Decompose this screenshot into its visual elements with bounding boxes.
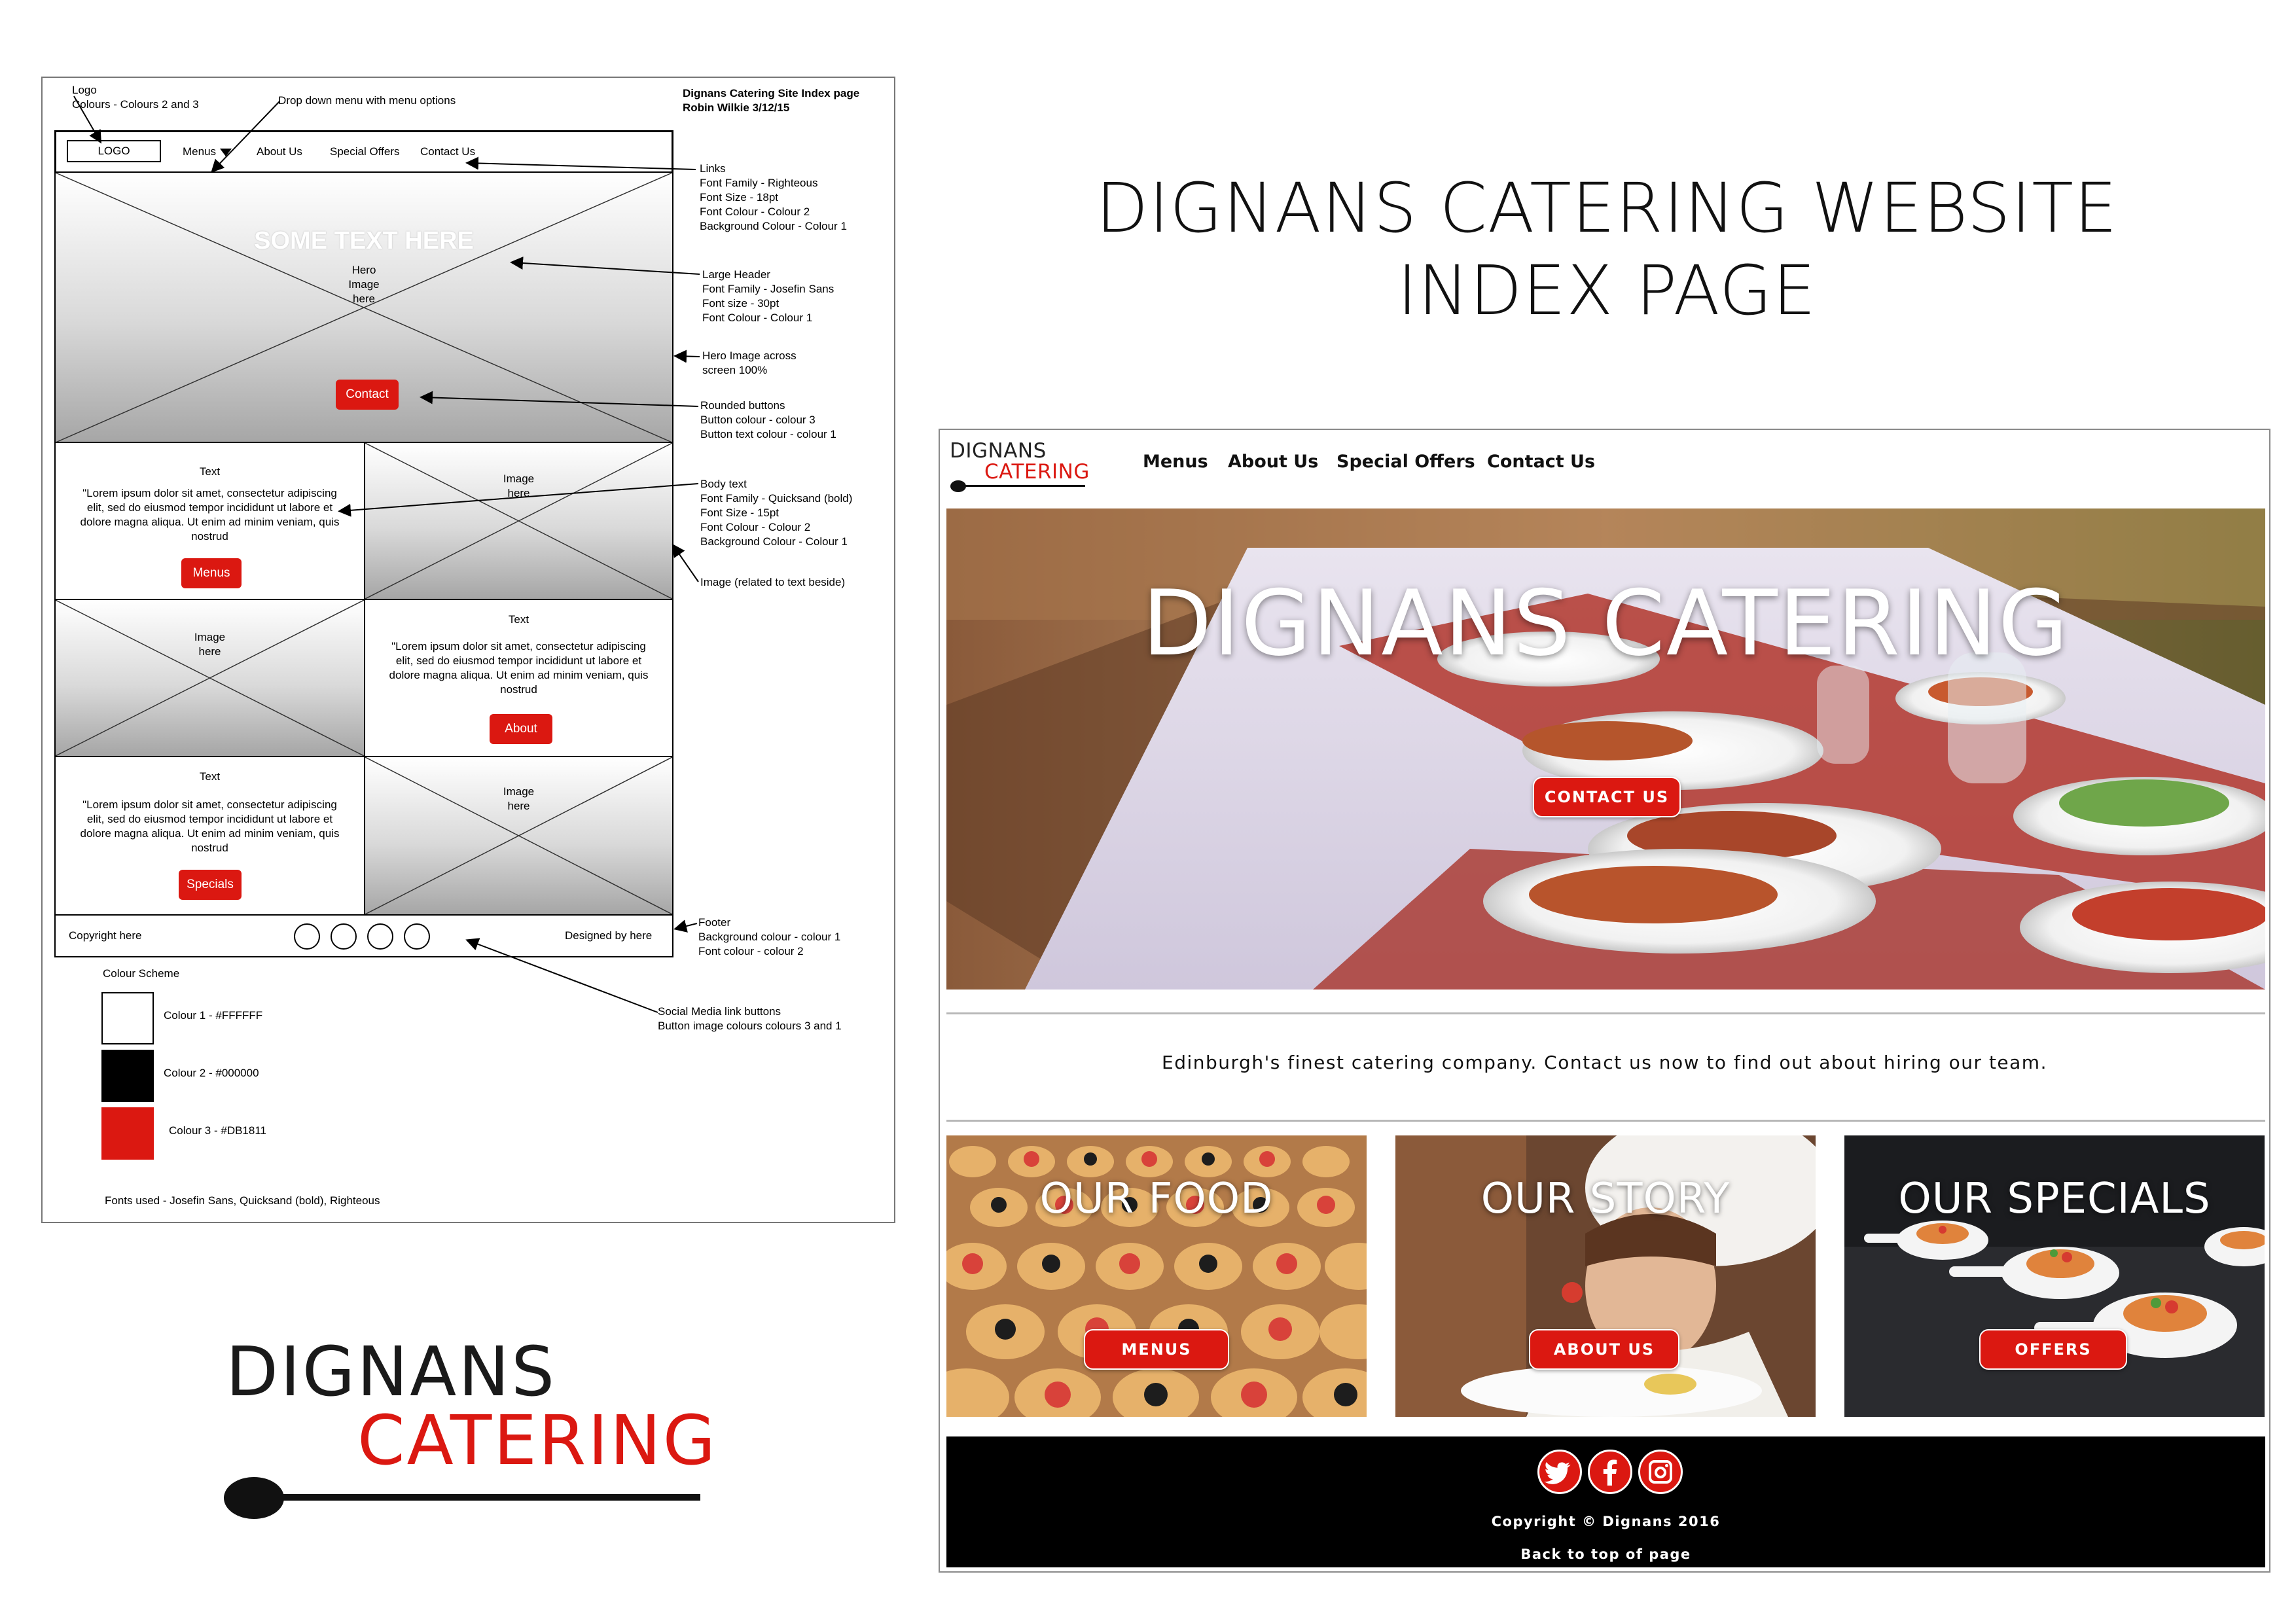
wireframe-cell-body: "Lorem ipsum dolor sit amet, consectetur…	[80, 487, 340, 543]
wireframe-title: Dignans Catering Site Index page	[683, 87, 860, 99]
wireframe-site: LOGO Menus About Us Special Offers Conta…	[54, 130, 673, 958]
wireframe-cell-title: Text	[508, 613, 529, 626]
wireframe-copyright: Copyright here	[69, 929, 142, 942]
wireframe-image-label: Image here	[194, 631, 226, 658]
colour-swatch-3-label: Colour 3 - #DB1811	[169, 1124, 266, 1137]
annotation-logo: Logo Colours - Colours 2 and 3	[72, 84, 199, 111]
tile-title-our-food: OUR FOOD	[1039, 1175, 1274, 1223]
annotation-large-header: Large Header Font Family - Josefin Sans …	[702, 268, 834, 324]
instagram-icon[interactable]	[1638, 1450, 1683, 1494]
twitter-icon[interactable]	[1537, 1450, 1582, 1494]
placeholder-cross-icon	[56, 600, 364, 756]
wireframe-sheet: Logo Colours - Colours 2 and 3 Drop down…	[41, 77, 895, 1223]
wireframe-author: Robin Wilkie 3/12/15	[683, 101, 790, 114]
wireframe-link-menus-label: Menus	[183, 145, 217, 158]
dropdown-triangle-icon	[220, 149, 232, 156]
colour-swatch-3	[101, 1107, 154, 1160]
wireframe-logo: LOGO	[67, 140, 161, 162]
site-logo-dignans: DIGNANS	[950, 439, 1047, 463]
logo-word-dignans: DIGNANS	[226, 1332, 557, 1412]
colour-swatch-2	[101, 1050, 154, 1102]
wireframe-hero-headline: SOME TEXT HERE	[254, 227, 474, 255]
wireframe-designed-by: Designed by here	[565, 929, 653, 942]
fonts-used: Fonts used - Josefin Sans, Quicksand (bo…	[105, 1194, 380, 1207]
social-circle-icon	[331, 923, 357, 950]
site-nav: DIGNANS CATERING Menus About Us Special …	[940, 430, 2269, 505]
social-circle-icon	[404, 923, 430, 950]
wireframe-cell-body: "Lorem ipsum dolor sit amet, consectetur…	[80, 798, 340, 854]
wireframe-link-menus: Menus	[183, 145, 232, 158]
site-footer: Copyright © Dignans 2016 Back to top of …	[946, 1436, 2265, 1567]
spoon-icon	[224, 1477, 700, 1519]
social-circle-icon	[367, 923, 393, 950]
about-us-button[interactable]: ABOUT US	[1529, 1329, 1679, 1370]
annotation-dropdown: Drop down menu with menu options	[278, 94, 456, 107]
annotation-footer: Footer Background colour - colour 1 Font…	[698, 916, 841, 957]
website-mockup: DIGNANS CATERING Menus About Us Special …	[939, 429, 2270, 1573]
divider	[946, 1012, 2265, 1014]
wireframe-cell-body: "Lorem ipsum dolor sit amet, consectetur…	[389, 640, 649, 696]
page-title: DIGNANS CATERING WEBSITE INDEX PAGE	[1047, 167, 2166, 332]
placeholder-cross-icon	[365, 443, 672, 599]
hero-title: DIGNANS CATERING	[1142, 571, 2070, 676]
contact-us-button[interactable]: CONTACT US	[1533, 777, 1681, 817]
nav-link-menus[interactable]: Menus	[1143, 452, 1208, 472]
wireframe-about-button: About	[490, 714, 552, 744]
annotation-body-text: Body text Font Family - Quicksand (bold)…	[700, 478, 853, 548]
wireframe-nav: LOGO Menus About Us Special Offers Conta…	[54, 130, 673, 173]
wireframe-menus-button: Menus	[181, 558, 242, 588]
tagline: Edinburgh's finest catering company. Con…	[1162, 1052, 2047, 1073]
annotation-social: Social Media link buttons Button image c…	[658, 1005, 842, 1032]
back-to-top-link[interactable]: Back to top of page	[946, 1546, 2265, 1562]
wireframe-cell-title: Text	[199, 465, 221, 478]
colour-scheme-heading: Colour Scheme	[103, 967, 180, 980]
wireframe-image-cell-1: Image here	[364, 442, 673, 600]
page-title-line-2: INDEX PAGE	[1397, 251, 1817, 330]
annotation-hero-image: Hero Image across screen 100%	[702, 349, 797, 376]
annotation-links: Links Font Family - Righteous Font Size …	[700, 162, 847, 232]
copyright-text: Copyright © Dignans 2016	[1491, 1514, 1721, 1529]
nav-link-about-us[interactable]: About Us	[1228, 452, 1318, 472]
colour-swatch-1	[101, 992, 154, 1044]
spoon-icon	[950, 480, 1085, 492]
dignans-logo: DIGNANS CATERING	[223, 1332, 720, 1528]
wireframe-text-cell-2: Text "Lorem ipsum dolor sit amet, consec…	[364, 599, 673, 757]
wireframe-image-label: Image here	[503, 473, 535, 499]
annotation-rounded-buttons: Rounded buttons Button colour - colour 3…	[700, 399, 836, 440]
wireframe-hero-placeholder: Hero Image here	[348, 264, 380, 305]
tile-our-story: OUR STORY ABOUT US	[1395, 1135, 1816, 1417]
menus-button[interactable]: MENUS	[1084, 1329, 1229, 1370]
placeholder-cross-icon	[365, 757, 672, 914]
colour-swatch-1-label: Colour 1 - #FFFFFF	[164, 1009, 263, 1022]
offers-button[interactable]: OFFERS	[1979, 1329, 2127, 1370]
page-title-line-1: DIGNANS CATERING WEBSITE	[1096, 168, 2118, 248]
wireframe-hero: SOME TEXT HERE Hero Image here Contact	[54, 171, 673, 444]
tile-our-food: OUR FOOD MENUS	[946, 1135, 1367, 1417]
facebook-icon[interactable]	[1588, 1450, 1632, 1494]
divider	[946, 1120, 2265, 1122]
wireframe-image-label: Image here	[503, 785, 535, 812]
tile-our-specials: OUR SPECIALS OFFERS	[1844, 1135, 2265, 1417]
wireframe-contact-button: Contact	[336, 380, 399, 410]
wireframe-link-contact: Contact Us	[420, 145, 476, 158]
wireframe-image-cell-2: Image here	[54, 599, 365, 757]
nav-link-special-offers[interactable]: Special Offers	[1336, 452, 1475, 472]
wireframe-image-cell-3: Image here	[364, 756, 673, 916]
wireframe-footer: Copyright here Designed by here	[54, 914, 673, 957]
wireframe-cell-title: Text	[199, 770, 221, 783]
social-circle-icon	[294, 923, 320, 950]
wireframe-text-cell-1: Text "Lorem ipsum dolor sit amet, consec…	[54, 442, 365, 600]
wireframe-specials-button: Specials	[179, 870, 242, 900]
tile-title-our-story: OUR STORY	[1480, 1175, 1731, 1223]
tile-title-our-specials: OUR SPECIALS	[1898, 1175, 2211, 1223]
colour-swatch-2-label: Colour 2 - #000000	[164, 1067, 259, 1079]
wireframe-link-specials: Special Offers	[330, 145, 400, 158]
nav-link-contact-us[interactable]: Contact Us	[1487, 452, 1595, 472]
annotation-image-related: Image (related to text beside)	[700, 576, 846, 588]
wireframe-text-cell-3: Text "Lorem ipsum dolor sit amet, consec…	[54, 756, 365, 916]
hero-banner: DIGNANS CATERING CONTACT US	[946, 508, 2265, 990]
wireframe-link-about: About Us	[257, 145, 302, 158]
logo-word-catering: CATERING	[357, 1400, 718, 1480]
